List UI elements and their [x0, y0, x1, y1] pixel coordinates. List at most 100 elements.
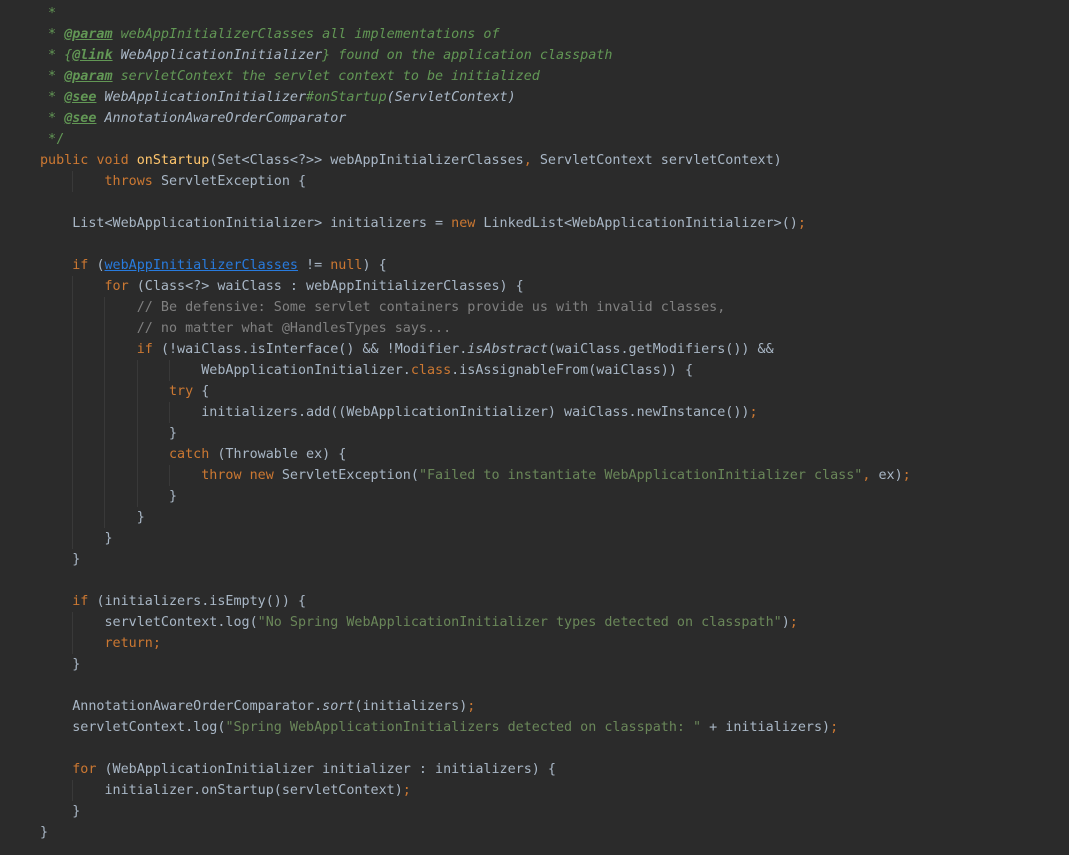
- indent-guide: [104, 297, 106, 318]
- code-token: List<WebApplicationInitializer> initiali…: [40, 216, 452, 231]
- indent-guide: [136, 486, 138, 507]
- code-token: catch: [169, 447, 218, 462]
- indent-guide: [136, 402, 138, 423]
- code-line: }: [4, 507, 911, 528]
- code-token: } found on the application classpath: [322, 48, 613, 63]
- code-token: if: [72, 594, 97, 609]
- indent-guide: [104, 465, 106, 486]
- code-token: ,: [862, 468, 879, 483]
- code-line: }: [4, 654, 911, 675]
- code-token: isAbstract: [467, 342, 548, 357]
- code-token: ): [781, 615, 790, 630]
- code-line: // Be defensive: Some servlet containers…: [4, 297, 911, 318]
- code-token: "Failed to instantiate WebApplicationIni…: [418, 468, 863, 483]
- code-token: for: [104, 279, 137, 294]
- code-token: public: [40, 153, 97, 168]
- code-token: servletContext the servlet context to be…: [112, 69, 540, 84]
- indent-guide: [72, 465, 74, 486]
- code-token: @see: [64, 111, 97, 126]
- code-token: sort: [322, 699, 355, 714]
- indent-guide: [72, 402, 74, 423]
- code-token: {: [201, 384, 210, 399]
- code-token: AnnotationAwareOrderComparator: [96, 111, 347, 126]
- code-line: }: [4, 822, 911, 843]
- code-token: ex): [878, 468, 903, 483]
- indent-guide: [72, 528, 74, 549]
- code-line: }: [4, 528, 911, 549]
- code-line: if (initializers.isEmpty()) {: [4, 591, 911, 612]
- code-line: initializers.add((WebApplicationInitiali…: [4, 402, 911, 423]
- code-token: }: [40, 825, 49, 840]
- code-editor[interactable]: * * @param webAppInitializerClasses all …: [0, 0, 1069, 855]
- code-line: servletContext.log("No Spring WebApplica…: [4, 612, 911, 633]
- code-token: }: [40, 657, 81, 672]
- code-token: "Spring WebApplicationInitializers detec…: [225, 720, 702, 735]
- indent-guide: [136, 444, 138, 465]
- indent-guide: [72, 381, 74, 402]
- code-token: ServletException {: [160, 174, 307, 189]
- code-token: ;: [467, 699, 476, 714]
- code-token: (waiClass.getModifiers()) &&: [547, 342, 774, 357]
- code-token: }: [40, 531, 113, 546]
- code-line: * @see WebApplicationInitializer#onStart…: [4, 87, 911, 108]
- indent-guide: [72, 339, 74, 360]
- code-token: ) {: [362, 258, 387, 273]
- code-token: *: [40, 6, 57, 21]
- code-token: "No Spring WebApplicationInitializer typ…: [257, 615, 782, 630]
- code-line: try {: [4, 381, 911, 402]
- code-line: return;: [4, 633, 911, 654]
- code-line: for (WebApplicationInitializer initializ…: [4, 759, 911, 780]
- indent-guide: [72, 318, 74, 339]
- indent-guide: [136, 465, 138, 486]
- indent-guide: [136, 381, 138, 402]
- code-token: (ServletContext): [386, 90, 516, 105]
- code-token: servletContext.log(: [40, 720, 226, 735]
- code-token: ;: [749, 405, 758, 420]
- indent-guide: [168, 402, 170, 423]
- code-token: @see: [64, 90, 97, 105]
- code-line: * {@link WebApplicationInitializer} foun…: [4, 45, 911, 66]
- code-line: }: [4, 549, 911, 570]
- code-area[interactable]: * * @param webAppInitializerClasses all …: [4, 3, 911, 843]
- code-token: ;: [789, 615, 798, 630]
- indent-guide: [104, 402, 106, 423]
- code-token: * {: [40, 48, 73, 63]
- code-token: ;: [797, 216, 806, 231]
- code-token: @param: [64, 69, 113, 84]
- code-token: try: [169, 384, 202, 399]
- code-token: ;: [402, 783, 411, 798]
- code-token: }: [40, 804, 81, 819]
- code-token: if: [136, 342, 161, 357]
- code-line: }: [4, 801, 911, 822]
- indent-guide: [136, 423, 138, 444]
- code-token: *: [40, 111, 65, 126]
- code-token: throw new: [201, 468, 282, 483]
- indent-guide: [104, 486, 106, 507]
- code-token: new: [451, 216, 484, 231]
- code-token: // Be defensive: Some servlet containers…: [40, 300, 726, 315]
- code-line: * @param servletContext the servlet cont…: [4, 66, 911, 87]
- code-token: */: [40, 132, 65, 147]
- code-token: (WebApplicationInitializer initializer :…: [104, 762, 556, 777]
- indent-guide: [104, 444, 106, 465]
- code-token: ;: [902, 468, 911, 483]
- code-line: */: [4, 129, 911, 150]
- code-token: (initializers): [354, 699, 468, 714]
- indent-guide: [72, 297, 74, 318]
- code-line: WebApplicationInitializer.class.isAssign…: [4, 360, 911, 381]
- code-line: * @param webAppInitializerClasses all im…: [4, 24, 911, 45]
- code-token: ServletContext servletContext): [539, 153, 782, 168]
- code-token: initializer.onStartup(servletContext): [40, 783, 403, 798]
- code-token: + initializers): [701, 720, 831, 735]
- code-token: webAppInitializerClasses: [104, 258, 298, 273]
- indent-guide: [72, 633, 74, 654]
- code-line: public void onStartup(Set<Class<?>> webA…: [4, 150, 911, 171]
